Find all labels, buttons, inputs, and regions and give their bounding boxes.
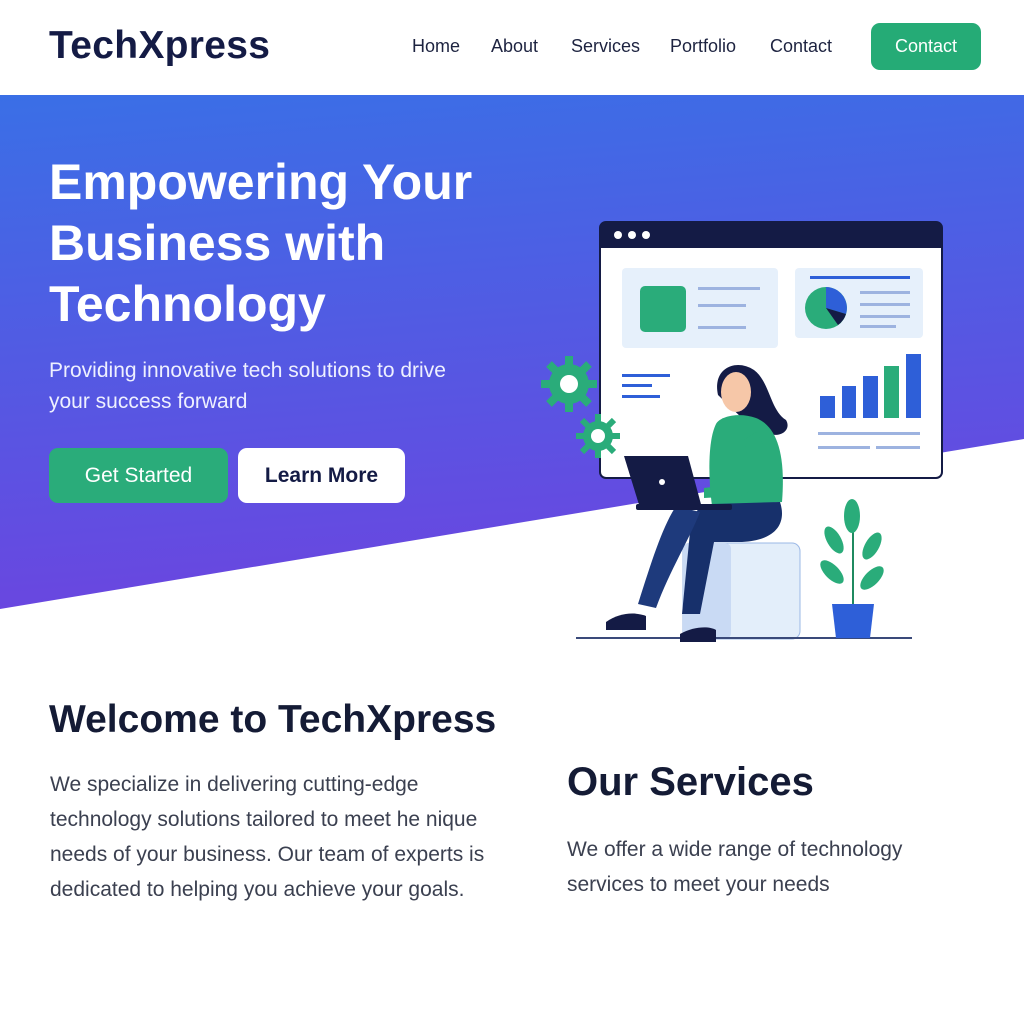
- contact-button[interactable]: Contact: [871, 23, 981, 70]
- hero-title: Empowering Your Business with Technology: [49, 154, 473, 332]
- plant-illustration: [820, 499, 884, 638]
- person-with-laptop-dashboard-illustration: [541, 221, 943, 642]
- nav-services[interactable]: Services: [571, 36, 640, 57]
- site-header: TechXpress Home About Services Portfolio…: [0, 0, 1024, 95]
- site-logo[interactable]: TechXpress: [49, 24, 270, 68]
- gear-icon: [541, 356, 597, 412]
- welcome-paragraph: We specialize in delivering cutting-edge…: [50, 773, 485, 901]
- nav-contact[interactable]: Contact: [770, 36, 832, 57]
- nav-about[interactable]: About: [491, 36, 538, 57]
- services-paragraph: We offer a wide range of technology serv…: [567, 838, 903, 896]
- welcome-heading: Welcome to TechXpress: [49, 698, 497, 741]
- services-heading: Our Services: [567, 760, 814, 804]
- hero-subtitle: Providing innovative tech solutions to d…: [49, 359, 446, 413]
- gear-icon: [576, 414, 620, 458]
- learn-more-button[interactable]: Learn More: [238, 448, 405, 503]
- get-started-button[interactable]: Get Started: [49, 448, 228, 503]
- nav-portfolio[interactable]: Portfolio: [670, 36, 736, 57]
- nav-home[interactable]: Home: [412, 36, 460, 57]
